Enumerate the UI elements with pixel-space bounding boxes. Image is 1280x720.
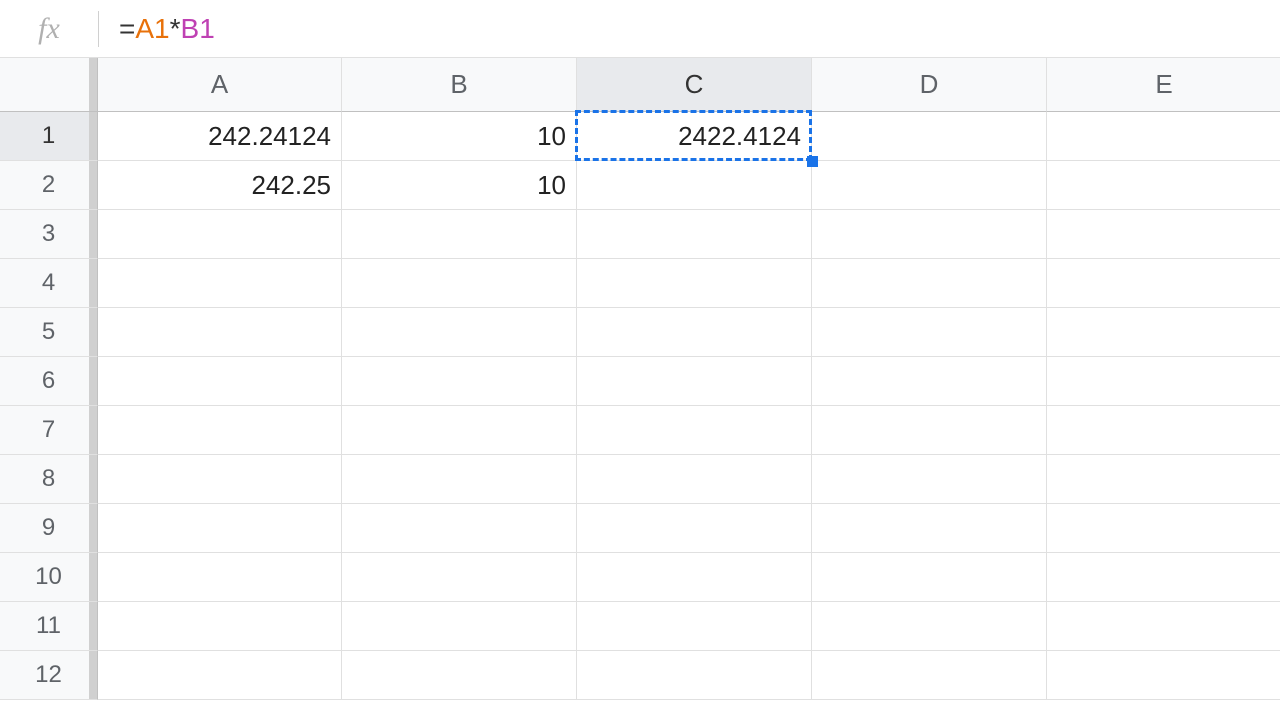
formula-input[interactable]: =A1*B1 xyxy=(99,13,1280,45)
formula-ref-a1: A1 xyxy=(135,13,169,44)
row-header-9[interactable]: 9 xyxy=(0,504,98,553)
cell-e9[interactable] xyxy=(1047,504,1280,553)
spreadsheet-grid: ABCDE1242.24124102422.41242242.251034567… xyxy=(0,58,1280,700)
row-header-3[interactable]: 3 xyxy=(0,210,98,259)
cell-d3[interactable] xyxy=(812,210,1047,259)
cell-d8[interactable] xyxy=(812,455,1047,504)
selection-fill-handle[interactable] xyxy=(807,156,818,167)
cell-c6[interactable] xyxy=(577,357,812,406)
cell-d11[interactable] xyxy=(812,602,1047,651)
row-header-11[interactable]: 11 xyxy=(0,602,98,651)
cell-b4[interactable] xyxy=(342,259,577,308)
cell-a11[interactable] xyxy=(98,602,342,651)
column-header-a[interactable]: A xyxy=(98,58,342,112)
fx-icon[interactable]: fx xyxy=(0,12,98,46)
cell-d5[interactable] xyxy=(812,308,1047,357)
cell-b6[interactable] xyxy=(342,357,577,406)
cell-c3[interactable] xyxy=(577,210,812,259)
cell-a10[interactable] xyxy=(98,553,342,602)
row-header-1[interactable]: 1 xyxy=(0,112,98,161)
cell-e7[interactable] xyxy=(1047,406,1280,455)
cell-e8[interactable] xyxy=(1047,455,1280,504)
formula-prefix: = xyxy=(119,13,135,44)
cell-b5[interactable] xyxy=(342,308,577,357)
cell-d6[interactable] xyxy=(812,357,1047,406)
formula-bar: fx =A1*B1 xyxy=(0,0,1280,58)
row-header-4[interactable]: 4 xyxy=(0,259,98,308)
cell-b3[interactable] xyxy=(342,210,577,259)
cell-a8[interactable] xyxy=(98,455,342,504)
cell-e1[interactable] xyxy=(1047,112,1280,161)
column-header-c[interactable]: C xyxy=(577,58,812,112)
cell-b8[interactable] xyxy=(342,455,577,504)
row-header-5[interactable]: 5 xyxy=(0,308,98,357)
row-header-12[interactable]: 12 xyxy=(0,651,98,700)
cell-c8[interactable] xyxy=(577,455,812,504)
column-header-d[interactable]: D xyxy=(812,58,1047,112)
column-header-e[interactable]: E xyxy=(1047,58,1280,112)
cell-c1[interactable]: 2422.4124 xyxy=(577,112,812,161)
cell-b2[interactable]: 10 xyxy=(342,161,577,210)
row-header-7[interactable]: 7 xyxy=(0,406,98,455)
cell-c7[interactable] xyxy=(577,406,812,455)
cell-a3[interactable] xyxy=(98,210,342,259)
cell-c5[interactable] xyxy=(577,308,812,357)
cell-b1[interactable]: 10 xyxy=(342,112,577,161)
cell-a5[interactable] xyxy=(98,308,342,357)
formula-ref-b1: B1 xyxy=(181,13,215,44)
cell-e3[interactable] xyxy=(1047,210,1280,259)
cell-e10[interactable] xyxy=(1047,553,1280,602)
cell-b7[interactable] xyxy=(342,406,577,455)
cell-e2[interactable] xyxy=(1047,161,1280,210)
row-header-10[interactable]: 10 xyxy=(0,553,98,602)
formula-op: * xyxy=(170,13,181,44)
column-header-b[interactable]: B xyxy=(342,58,577,112)
cell-a9[interactable] xyxy=(98,504,342,553)
cell-b10[interactable] xyxy=(342,553,577,602)
cell-b12[interactable] xyxy=(342,651,577,700)
cell-a12[interactable] xyxy=(98,651,342,700)
cell-c12[interactable] xyxy=(577,651,812,700)
cell-c4[interactable] xyxy=(577,259,812,308)
row-header-2[interactable]: 2 xyxy=(0,161,98,210)
cell-e11[interactable] xyxy=(1047,602,1280,651)
cell-d12[interactable] xyxy=(812,651,1047,700)
cell-d9[interactable] xyxy=(812,504,1047,553)
cell-c10[interactable] xyxy=(577,553,812,602)
cell-a1[interactable]: 242.24124 xyxy=(98,112,342,161)
row-header-6[interactable]: 6 xyxy=(0,357,98,406)
cell-b11[interactable] xyxy=(342,602,577,651)
cell-d1[interactable] xyxy=(812,112,1047,161)
cell-e12[interactable] xyxy=(1047,651,1280,700)
cell-d4[interactable] xyxy=(812,259,1047,308)
cell-a6[interactable] xyxy=(98,357,342,406)
cell-b9[interactable] xyxy=(342,504,577,553)
cell-e5[interactable] xyxy=(1047,308,1280,357)
cell-d10[interactable] xyxy=(812,553,1047,602)
cell-c11[interactable] xyxy=(577,602,812,651)
cell-e6[interactable] xyxy=(1047,357,1280,406)
cell-a4[interactable] xyxy=(98,259,342,308)
row-header-8[interactable]: 8 xyxy=(0,455,98,504)
cell-d2[interactable] xyxy=(812,161,1047,210)
cell-a7[interactable] xyxy=(98,406,342,455)
cell-e4[interactable] xyxy=(1047,259,1280,308)
cell-a2[interactable]: 242.25 xyxy=(98,161,342,210)
cell-d7[interactable] xyxy=(812,406,1047,455)
cell-c2[interactable] xyxy=(577,161,812,210)
cell-c9[interactable] xyxy=(577,504,812,553)
select-all-corner[interactable] xyxy=(0,58,98,112)
